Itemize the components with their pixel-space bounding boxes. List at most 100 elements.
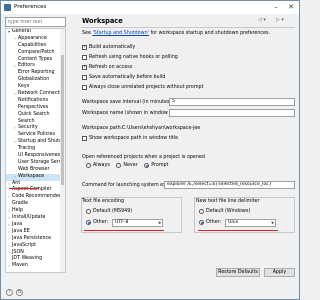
- never-radio[interactable]: Never: [116, 163, 138, 168]
- workspace-page: Workspace ◁ ▾ ▷ ▾ See 'Startup and Shutd…: [68, 14, 299, 279]
- tree-item[interactable]: UI Responsiveness M: [6, 153, 65, 160]
- tree-item-label: Maven: [12, 263, 28, 269]
- radio-dot[interactable]: [199, 220, 204, 225]
- show-path-checkbox[interactable]: Show workspace path in window title: [82, 136, 178, 141]
- refresh-native-hooks-checkbox[interactable]: Refresh using native hooks or polling: [82, 55, 178, 60]
- always-radio[interactable]: Always: [86, 163, 110, 168]
- tree-item-label: Web Browser: [18, 166, 50, 172]
- tree-item[interactable]: Keys: [6, 84, 65, 91]
- tree-item[interactable]: Capabilities: [6, 43, 65, 50]
- checkbox-box[interactable]: [82, 64, 87, 70]
- tree-item[interactable]: › Help: [6, 208, 65, 215]
- delimiter-select[interactable]: Unix ▼: [225, 219, 276, 227]
- checkbox-box[interactable]: [82, 44, 87, 50]
- build-automatically-checkbox[interactable]: Build automatically: [82, 44, 135, 50]
- prompt-radio[interactable]: Prompt: [144, 163, 168, 168]
- tree-item[interactable]: › Maven: [6, 263, 65, 270]
- tree-item[interactable]: Notifications: [6, 98, 65, 105]
- radio-dot[interactable]: [116, 163, 122, 168]
- tree-item[interactable]: Web Browser: [6, 167, 65, 174]
- checkbox-label: Refresh on access: [89, 65, 133, 70]
- checkbox-box[interactable]: [82, 136, 87, 141]
- tree-scrollbar-thumb[interactable]: [61, 55, 64, 185]
- chevron-right-icon[interactable]: ›: [13, 63, 17, 70]
- tree-item[interactable]: Globalization: [6, 77, 65, 84]
- workspace-name-input[interactable]: [169, 109, 295, 117]
- encoding-select-value: UTF-8: [115, 220, 129, 225]
- tree-item[interactable]: › JavaScript: [6, 243, 65, 250]
- delimiter-default-radio[interactable]: Default (Windows): [199, 209, 255, 216]
- chevron-right-icon[interactable]: ›: [7, 243, 11, 250]
- chevron-right-icon[interactable]: ›: [13, 174, 17, 181]
- tree-item[interactable]: Quick Search: [6, 112, 65, 119]
- chevron-down-icon[interactable]: ▾: [7, 29, 11, 36]
- checkbox-box[interactable]: [82, 85, 87, 90]
- chevron-right-icon[interactable]: ›: [7, 181, 11, 188]
- chevron-right-icon[interactable]: ›: [13, 91, 17, 98]
- radio-dot[interactable]: [199, 209, 204, 214]
- minimize-icon[interactable]: –: [269, 2, 283, 12]
- tree-item[interactable]: › Network Connection: [6, 91, 65, 98]
- tree-item[interactable]: ▾ General: [6, 29, 65, 36]
- checkbox-box[interactable]: [82, 55, 87, 60]
- help-icon[interactable]: ?: [6, 289, 13, 296]
- tree-item[interactable]: › Java: [6, 222, 65, 229]
- back-arrow-icon[interactable]: ◁ ▾: [258, 17, 266, 23]
- tree-item-label: Install/Update: [12, 215, 46, 221]
- chevron-right-icon[interactable]: ›: [13, 125, 17, 132]
- encoding-default-radio[interactable]: Default (MS949): [86, 209, 137, 216]
- chevron-right-icon[interactable]: ›: [13, 36, 17, 43]
- tree-item[interactable]: Content Types: [6, 57, 65, 64]
- workspace-path-label: Workspace path:: [82, 126, 123, 131]
- tree-item[interactable]: › Java EE: [6, 229, 65, 236]
- encoding-select[interactable]: UTF-8 ▼: [112, 219, 163, 227]
- tree-item[interactable]: › Appearance: [6, 36, 65, 43]
- save-interval-input[interactable]: 5: [169, 98, 295, 106]
- save-interval-label: Workspace save interval (in minutes):: [82, 100, 173, 105]
- tree-item-label: UI Responsiveness M: [18, 153, 66, 159]
- checkbox-box[interactable]: [82, 75, 87, 80]
- tree-item[interactable]: Tracing: [6, 146, 65, 153]
- delimiter-other-radio[interactable]: Other:: [199, 220, 226, 227]
- filter-field[interactable]: [5, 17, 66, 27]
- forward-arrow-icon[interactable]: ▷ ▾: [276, 17, 284, 23]
- preference-tree[interactable]: ▾ General › Appearance Capabilities Compare/P…: [5, 28, 66, 273]
- chevron-right-icon[interactable]: ›: [7, 263, 11, 270]
- radio-dot[interactable]: [86, 163, 91, 168]
- command-input[interactable]: explorer /E,/select=${selected_resource_…: [164, 181, 295, 189]
- radio-dot[interactable]: [86, 209, 91, 214]
- filter-input[interactable]: [6, 18, 65, 26]
- close-icon[interactable]: ✕: [284, 2, 298, 12]
- chevron-right-icon[interactable]: ›: [7, 250, 11, 257]
- chevron-right-icon[interactable]: ›: [7, 222, 11, 229]
- tree-item[interactable]: › Startup and Shutdo: [6, 139, 65, 146]
- radio-dot[interactable]: [144, 163, 150, 168]
- chevron-right-icon[interactable]: ›: [7, 194, 11, 201]
- close-unrelated-checkbox[interactable]: Always close unrelated projects without …: [82, 85, 203, 90]
- tree-item[interactable]: Perspectives: [6, 105, 65, 112]
- chevron-right-icon[interactable]: ›: [7, 215, 11, 222]
- radio-label: Prompt: [151, 163, 169, 168]
- chevron-right-icon[interactable]: ›: [13, 139, 17, 146]
- tree-item[interactable]: Compare/Patch: [6, 50, 65, 57]
- tree-item[interactable]: User Storage Service: [6, 160, 65, 167]
- tree-item[interactable]: › Java Persistence: [6, 236, 65, 243]
- radio-dot[interactable]: [86, 220, 91, 225]
- tree-item[interactable]: › Workspace: [6, 173, 65, 181]
- tree-item[interactable]: › Install/Update: [6, 215, 65, 222]
- encoding-other-radio[interactable]: Other:: [86, 220, 113, 227]
- restore-defaults-button[interactable]: Restore Defaults: [216, 268, 260, 277]
- tree-scrollbar[interactable]: [60, 29, 65, 272]
- checkbox-label: Always close unrelated projects without …: [89, 85, 204, 90]
- import-export-icon[interactable]: ⇅: [16, 289, 23, 296]
- tree-item-label: Keys: [18, 84, 30, 90]
- chevron-right-icon[interactable]: ›: [7, 229, 11, 236]
- save-before-build-checkbox[interactable]: Save automatically before build: [82, 75, 165, 80]
- chevron-right-icon[interactable]: ›: [7, 236, 11, 243]
- refresh-on-access-checkbox[interactable]: Refresh on access: [82, 64, 133, 70]
- chevron-down-icon: ▼: [271, 221, 274, 225]
- apply-button[interactable]: Apply: [264, 268, 295, 277]
- checkbox-label: Show workspace path in window title: [89, 136, 179, 141]
- startup-shutdown-link[interactable]: 'Startup and Shutdown': [92, 31, 148, 36]
- chevron-right-icon[interactable]: ›: [7, 208, 11, 215]
